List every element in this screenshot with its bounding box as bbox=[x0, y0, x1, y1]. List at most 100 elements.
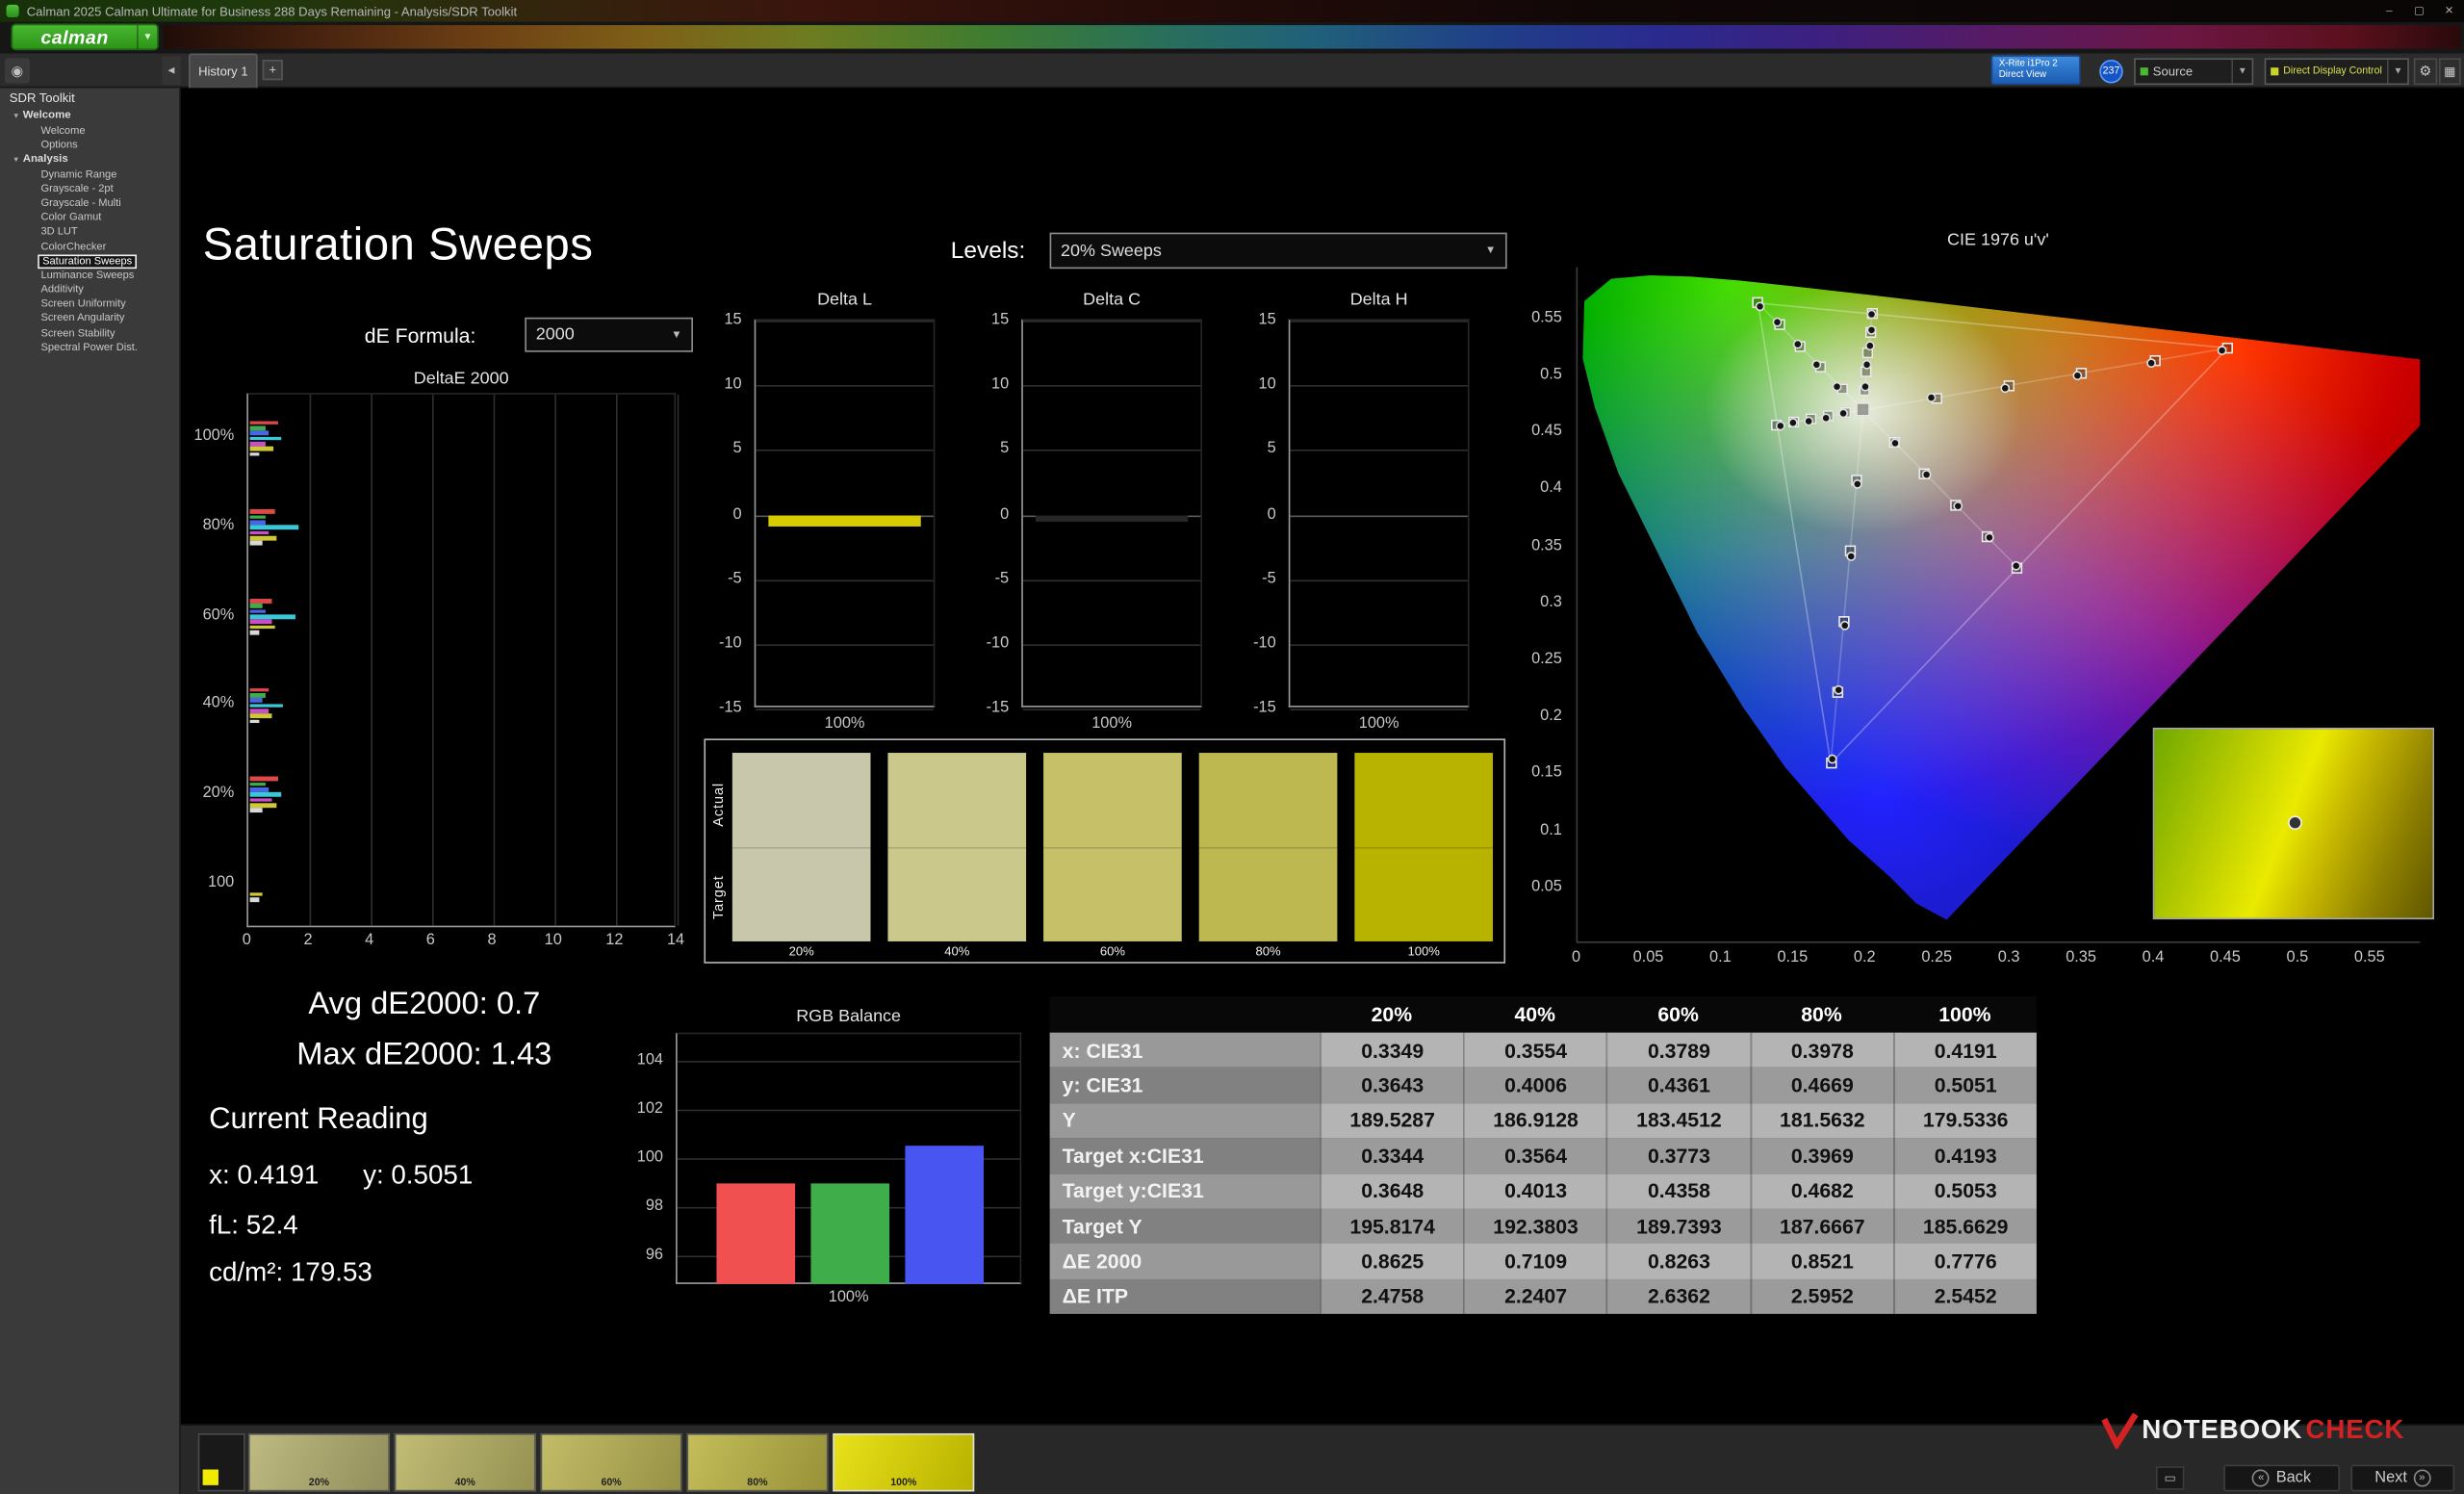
tick-label: 0.5 bbox=[1540, 366, 1562, 383]
tick-label: 0.35 bbox=[1531, 537, 1562, 554]
back-button[interactable]: « Back bbox=[2223, 1465, 2340, 1492]
bar-yellow bbox=[768, 515, 921, 527]
tick-label: -5 bbox=[728, 570, 742, 587]
tick-label: 100 bbox=[637, 1149, 663, 1167]
sidebar-item-additivity[interactable]: Additivity bbox=[0, 283, 181, 297]
chart-title-delta-c: Delta C bbox=[1021, 291, 1202, 310]
pattern-thumbnail-60[interactable]: 60% bbox=[541, 1433, 682, 1491]
sidebar-item-label: Grayscale - 2pt bbox=[40, 184, 113, 194]
swatch-column: 100% bbox=[1354, 753, 1493, 959]
swatch-label: 40% bbox=[887, 944, 1026, 959]
add-tab-button[interactable]: + bbox=[263, 60, 283, 80]
gridline bbox=[1023, 385, 1200, 387]
deltae-x-axis: 02468101214 bbox=[246, 932, 676, 951]
sidebar-item-color-gamut[interactable]: Color Gamut bbox=[0, 211, 181, 225]
pattern-thumbnail-40[interactable]: 40% bbox=[395, 1433, 536, 1491]
table-cell: 183.4512 bbox=[1606, 1103, 1750, 1139]
chart-title-rgb-balance: RGB Balance bbox=[676, 1008, 1021, 1027]
sidebar-item-screen-stability[interactable]: Screen Stability bbox=[0, 326, 181, 341]
next-button[interactable]: Next » bbox=[2350, 1465, 2454, 1492]
tick-label: 10 bbox=[1259, 375, 1276, 393]
source-dropdown[interactable]: Source ▼ bbox=[2134, 58, 2253, 85]
sidebar-item-colorchecker[interactable]: ColorChecker bbox=[0, 240, 181, 254]
white-point-marker bbox=[1856, 403, 1870, 418]
display-control-dropdown[interactable]: Direct Display Control ▼ bbox=[2265, 58, 2409, 85]
tick-label: 0.3 bbox=[1998, 949, 2020, 966]
swatch-column: 60% bbox=[1043, 753, 1182, 959]
table-row-label: ΔE ITP bbox=[1050, 1279, 1321, 1315]
sidebar-item-grayscale-2pt[interactable]: Grayscale - 2pt bbox=[0, 182, 181, 196]
cie-x-axis: 00.050.10.150.20.250.30.350.40.450.50.55 bbox=[1577, 949, 2421, 968]
maximize-button[interactable]: ▢ bbox=[2404, 1, 2434, 21]
swatch-label: 20% bbox=[732, 944, 871, 959]
levels-dropdown[interactable]: 20% Sweeps ▼ bbox=[1050, 233, 1507, 270]
table-cell: 189.7393 bbox=[1606, 1208, 1750, 1244]
sidebar-item-welcome[interactable]: Welcome bbox=[0, 123, 181, 138]
gridline bbox=[1023, 450, 1200, 451]
measurement-marker bbox=[1804, 416, 1813, 425]
sidebar-item-saturation-sweeps[interactable]: Saturation Sweeps bbox=[0, 254, 181, 269]
swatch-80 bbox=[1199, 753, 1338, 941]
sidebar-group-analysis[interactable]: ▾Analysis bbox=[0, 152, 181, 167]
workflow-title[interactable]: SDR Toolkit bbox=[0, 88, 179, 110]
sidebar-item-grayscale-multi[interactable]: Grayscale - Multi bbox=[0, 196, 181, 211]
tick-label: 0 bbox=[243, 932, 251, 949]
display-settings-icon[interactable]: ▦ bbox=[2439, 58, 2461, 85]
table-row-label: Target x:CIE31 bbox=[1050, 1138, 1321, 1173]
table-cell: 0.3978 bbox=[1750, 1033, 1893, 1069]
table-cell: 2.6362 bbox=[1606, 1279, 1750, 1315]
table-cell: 192.3803 bbox=[1463, 1208, 1606, 1244]
sidebar-item-dynamic-range[interactable]: Dynamic Range bbox=[0, 167, 181, 182]
next-chevron-icon: » bbox=[2413, 1470, 2430, 1487]
pattern-thumbnail-20[interactable]: 20% bbox=[248, 1433, 390, 1491]
collapse-arrow-icon: ▾ bbox=[14, 155, 18, 165]
notebookcheck-logo-icon bbox=[2101, 1411, 2139, 1449]
table-cell: 0.4193 bbox=[1893, 1138, 2037, 1173]
measurement-marker bbox=[1922, 471, 1932, 480]
sidebar-item-luminance-sweeps[interactable]: Luminance Sweeps bbox=[0, 269, 181, 283]
calman-menu-button[interactable]: calman ▼ bbox=[11, 23, 158, 50]
gear-icon[interactable]: ⚙ bbox=[2414, 58, 2437, 85]
tick-label: -15 bbox=[719, 700, 742, 717]
tab-history-1[interactable]: History 1 bbox=[189, 54, 258, 89]
chart-title-delta-h: Delta H bbox=[1289, 291, 1470, 310]
tick-label: 0.5 bbox=[2287, 949, 2309, 966]
gridline bbox=[678, 1061, 1020, 1063]
tick-label: 96 bbox=[646, 1247, 663, 1264]
table-row-label: Target y:CIE31 bbox=[1050, 1173, 1321, 1209]
minimize-button[interactable]: – bbox=[2374, 1, 2404, 21]
reading-count-badge[interactable]: 237 bbox=[2099, 60, 2122, 83]
tick-label: 2 bbox=[303, 932, 312, 949]
back-chevron-icon: « bbox=[2252, 1470, 2270, 1487]
pattern-thumbnail-80[interactable]: 80% bbox=[686, 1433, 828, 1491]
tick-label: 4 bbox=[365, 932, 373, 949]
sidebar-item-screen-angularity[interactable]: Screen Angularity bbox=[0, 312, 181, 326]
sidebar-item-spectral-power-dist[interactable]: Spectral Power Dist. bbox=[0, 341, 181, 355]
swatch-label: 100% bbox=[1354, 944, 1493, 959]
eye-icon[interactable]: ◉ bbox=[5, 58, 30, 83]
tick-label: -10 bbox=[719, 634, 742, 652]
delta-l-x-label: 100% bbox=[755, 715, 936, 733]
bar-red bbox=[716, 1183, 795, 1284]
sidebar-collapse-button[interactable]: ◄ bbox=[162, 57, 181, 85]
sidebar-item-label: Luminance Sweeps bbox=[40, 270, 134, 281]
tick-label: -10 bbox=[987, 634, 1010, 652]
measurement-table: 20%40%60%80%100%x: CIE310.33490.35540.37… bbox=[1050, 996, 2037, 1314]
gridline bbox=[1290, 321, 1467, 322]
sidebar-item-options[interactable]: Options bbox=[0, 138, 181, 152]
pattern-thumbnail-100[interactable]: 100% bbox=[833, 1433, 974, 1491]
close-button[interactable]: ✕ bbox=[2434, 1, 2464, 21]
sidebar-item-label: Screen Uniformity bbox=[40, 299, 125, 310]
sidebar-item-3d-lut[interactable]: 3D LUT bbox=[0, 225, 181, 240]
pattern-display-icon[interactable]: ▭ bbox=[2156, 1466, 2184, 1489]
gridline bbox=[678, 395, 680, 926]
table-cell: 187.6667 bbox=[1750, 1208, 1893, 1244]
next-label: Next bbox=[2374, 1470, 2407, 1487]
sidebar-group-welcome[interactable]: ▾Welcome bbox=[0, 109, 181, 124]
de-formula-dropdown[interactable]: 2000 ▼ bbox=[525, 318, 693, 352]
meter-button[interactable]: X-Rite i1Pro 2 Direct View bbox=[1991, 55, 2081, 85]
sidebar-item-screen-uniformity[interactable]: Screen Uniformity bbox=[0, 297, 181, 312]
pattern-window-thumbnail[interactable] bbox=[198, 1433, 245, 1491]
bar-cyan bbox=[250, 436, 281, 440]
tick-label: 0 bbox=[1000, 505, 1009, 523]
